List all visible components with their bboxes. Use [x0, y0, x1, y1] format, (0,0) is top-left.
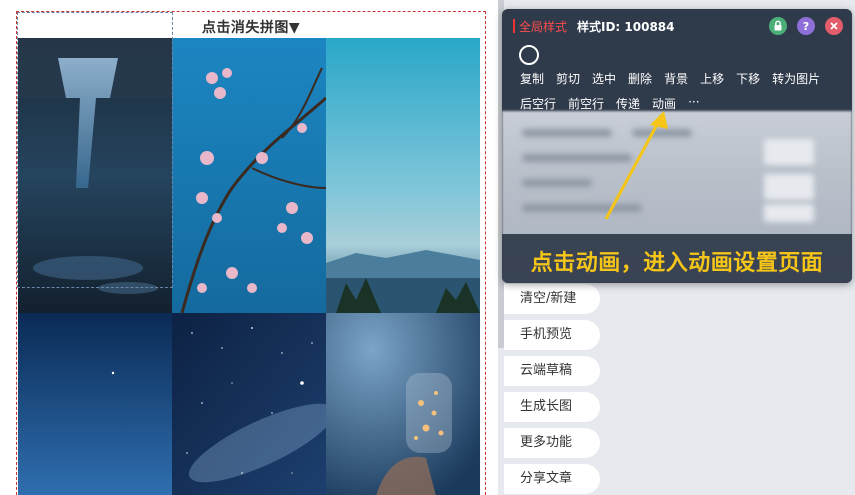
lock-icon[interactable]	[769, 17, 787, 35]
editor-canvas: 点击消失拼图▼	[0, 0, 498, 495]
header-accent-bar	[513, 19, 515, 33]
menu-background[interactable]: 背景	[664, 70, 688, 87]
menu-blank-before[interactable]: 前空行	[568, 95, 604, 112]
menu-more[interactable]: ···	[688, 95, 699, 112]
annotation-text: 点击动画，进入动画设置页面	[530, 251, 824, 276]
blur-block	[764, 174, 814, 200]
help-icon[interactable]: ?	[797, 17, 815, 35]
blur-line	[522, 204, 642, 212]
collage-tile-mountain[interactable]	[326, 38, 480, 313]
style-panel: 全局样式 样式ID: 100884 ? 复制 剪切 选中 删除 背景 上移 下移…	[502, 9, 852, 283]
menu-move-up[interactable]: 上移	[700, 70, 724, 87]
collage-tile-rainy-street[interactable]	[18, 38, 172, 313]
blur-line	[522, 129, 612, 137]
collage-block[interactable]: 点击消失拼图▼	[16, 11, 486, 495]
collage-tile-blue-sky[interactable]	[18, 313, 172, 495]
share-article-button[interactable]: 分享文章	[504, 464, 600, 494]
menu-cut[interactable]: 剪切	[556, 70, 580, 87]
menu-row-1: 复制 剪切 选中 删除 背景 上移 下移 转为图片	[520, 70, 832, 87]
menu-animation[interactable]: 动画	[652, 95, 676, 112]
menu-delete[interactable]: 删除	[628, 70, 652, 87]
blur-line	[632, 129, 692, 137]
collage-grid	[18, 38, 480, 495]
style-id-label: 样式ID: 100884	[577, 20, 675, 34]
collage-title[interactable]: 点击消失拼图▼	[17, 17, 485, 37]
panel-header: 全局样式 样式ID: 100884 ?	[502, 9, 852, 45]
menu-blank-after[interactable]: 后空行	[520, 95, 556, 112]
blur-line	[522, 154, 632, 162]
menu-move-down[interactable]: 下移	[736, 70, 760, 87]
close-icon[interactable]	[825, 17, 843, 35]
collage-tile-blossom[interactable]	[172, 38, 326, 313]
svg-text:?: ?	[803, 20, 809, 33]
cloud-draft-button[interactable]: 云端草稿	[504, 356, 600, 386]
blur-block	[764, 204, 814, 222]
menu-row-2: 后空行 前空行 传递 动画 ···	[520, 95, 712, 112]
collage-tile-milky-way[interactable]	[172, 313, 326, 495]
menu-to-image[interactable]: 转为图片	[772, 70, 820, 87]
blur-line	[522, 179, 592, 187]
blur-block	[764, 139, 814, 165]
global-style-label[interactable]: 全局样式	[519, 18, 567, 35]
more-features-button[interactable]: 更多功能	[504, 428, 600, 458]
menu-transfer[interactable]: 传递	[616, 95, 640, 112]
long-image-button[interactable]: 生成长图	[504, 392, 600, 422]
menu-copy[interactable]: 复制	[520, 70, 544, 87]
collage-tile-light-bottle[interactable]	[326, 313, 480, 495]
clear-new-button[interactable]: 清空/新建	[504, 284, 600, 314]
menu-select[interactable]: 选中	[592, 70, 616, 87]
mobile-preview-button[interactable]: 手机预览	[504, 320, 600, 350]
circle-shape-icon[interactable]	[519, 45, 539, 65]
